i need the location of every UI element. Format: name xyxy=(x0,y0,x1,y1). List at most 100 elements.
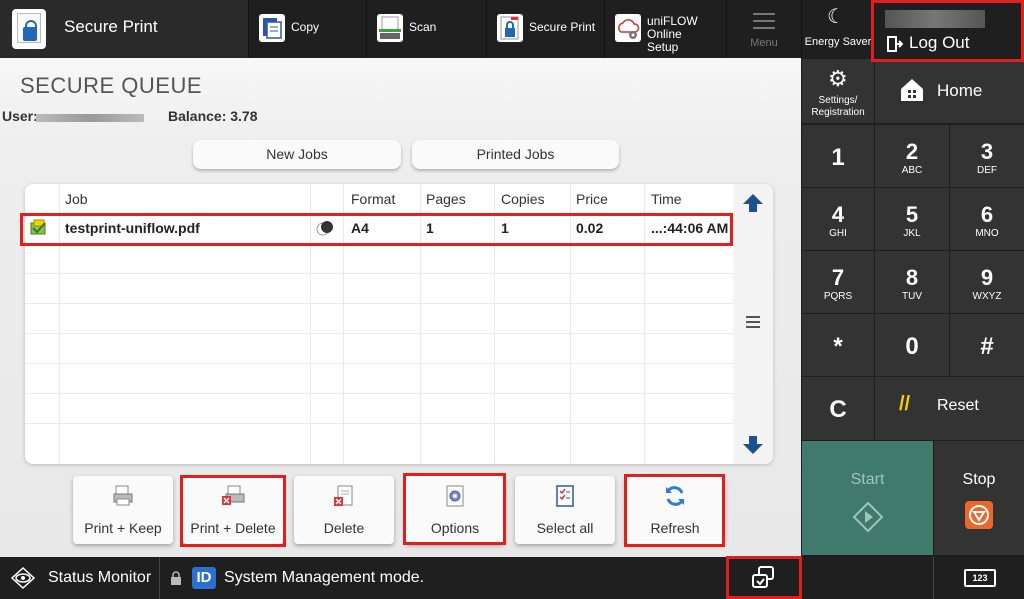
color-mode-icon xyxy=(316,220,334,236)
tab-copy-label: Copy xyxy=(291,20,320,34)
column-header-time[interactable]: Time xyxy=(651,191,682,207)
column-header-copies[interactable]: Copies xyxy=(501,191,545,207)
tab-secure-print-label: Secure Print xyxy=(529,20,596,34)
table-header: Job Format Pages Copies Price Time xyxy=(25,184,733,214)
refresh-icon xyxy=(663,484,687,508)
key-5[interactable]: 5 JKL xyxy=(875,188,949,250)
print-delete-label: Print + Delete xyxy=(190,520,276,536)
select-all-button[interactable]: Select all xyxy=(515,476,615,544)
job-format: A4 xyxy=(351,220,369,236)
scroll-up-icon[interactable] xyxy=(742,192,764,214)
secure-print-icon xyxy=(497,14,523,42)
system-message: System Management mode. xyxy=(224,569,425,586)
job-pages: 1 xyxy=(426,220,434,236)
energy-saver-label: Energy Saver xyxy=(804,36,872,48)
stop-icon xyxy=(965,501,993,529)
tab-uniflow-setup[interactable]: uniFLOW Online Setup xyxy=(604,0,726,58)
menu-button[interactable]: Menu xyxy=(726,0,800,58)
eye-icon xyxy=(10,566,36,590)
remote-operation-icon xyxy=(752,566,774,588)
table-scrollbar[interactable] xyxy=(733,184,773,464)
key-2[interactable]: 2 ABC xyxy=(875,125,949,187)
tab-secure-print[interactable]: Secure Print xyxy=(486,0,604,58)
tab-scan[interactable]: Scan xyxy=(366,0,486,58)
reset-button[interactable]: // Reset xyxy=(875,377,1024,440)
tab-new-jobs[interactable]: New Jobs xyxy=(193,140,401,169)
print-delete-button[interactable]: Print + Delete xyxy=(183,476,283,544)
printer-icon xyxy=(111,484,135,508)
gear-document-icon xyxy=(443,484,467,508)
tab-copy[interactable]: Copy xyxy=(248,0,366,58)
print-keep-label: Print + Keep xyxy=(84,520,162,536)
secure-queue-panel: SECURE QUEUE User: Balance: 3.78 New Job… xyxy=(0,58,801,557)
page-title: SECURE QUEUE xyxy=(20,73,203,98)
job-table: Job Format Pages Copies Price Time testp… xyxy=(25,184,773,464)
key-0[interactable]: 0 xyxy=(875,314,949,376)
counter-button[interactable]: 123 xyxy=(933,557,1024,599)
key-6[interactable]: 6 MNO xyxy=(950,188,1024,250)
uniflow-setup-icon xyxy=(615,14,641,42)
menu-label: Menu xyxy=(750,37,778,49)
stop-button[interactable]: Stop xyxy=(934,441,1024,555)
key-3[interactable]: 3 DEF xyxy=(950,125,1024,187)
key-9[interactable]: 9 WXYZ xyxy=(950,251,1024,313)
delete-button[interactable]: Delete xyxy=(294,476,394,544)
key-1[interactable]: 1 xyxy=(802,125,874,187)
print-job-icon xyxy=(29,219,49,237)
options-label: Options xyxy=(430,520,480,536)
energy-saver-button[interactable]: ☾ Energy Saver xyxy=(801,0,873,58)
balance-label: Balance: 3.78 xyxy=(168,108,258,124)
key-7[interactable]: 7 PQRS xyxy=(802,251,874,313)
job-copies: 1 xyxy=(501,220,509,236)
id-badge: ID xyxy=(192,567,216,589)
job-time: ...:44:06 AM xyxy=(651,220,729,236)
scroll-handle-icon[interactable] xyxy=(746,316,760,328)
start-button[interactable]: Start xyxy=(802,441,933,555)
menu-icon xyxy=(753,13,775,29)
logout-label: Log Out xyxy=(909,33,970,52)
refresh-label: Refresh xyxy=(650,520,700,536)
status-bar: Status Monitor ID System Management mode… xyxy=(0,557,1024,599)
delete-label: Delete xyxy=(323,520,365,536)
checklist-icon xyxy=(553,484,577,508)
column-header-format[interactable]: Format xyxy=(351,191,395,207)
lock-icon xyxy=(170,571,182,585)
job-name: testprint-uniflow.pdf xyxy=(65,220,200,236)
column-header-pages[interactable]: Pages xyxy=(426,191,466,207)
key-8[interactable]: 8 TUV xyxy=(875,251,949,313)
status-monitor-button[interactable]: Status Monitor xyxy=(0,557,160,599)
start-label: Start xyxy=(850,471,885,488)
tab-printed-jobs[interactable]: Printed Jobs xyxy=(412,140,619,169)
stop-label: Stop xyxy=(962,471,996,488)
column-header-price[interactable]: Price xyxy=(576,191,608,207)
status-monitor-label: Status Monitor xyxy=(48,569,152,586)
reset-label: Reset xyxy=(937,397,979,414)
key-hash[interactable]: # xyxy=(950,314,1024,376)
home-icon xyxy=(899,77,925,103)
logout-button[interactable]: Log Out xyxy=(873,0,1024,58)
user-name-redacted xyxy=(36,114,144,122)
start-icon xyxy=(852,501,884,533)
clear-button[interactable]: C xyxy=(802,377,874,440)
copy-icon xyxy=(259,14,285,42)
home-label: Home xyxy=(937,81,983,100)
refresh-button[interactable]: Refresh xyxy=(625,476,725,544)
app-title: Secure Print xyxy=(64,17,158,36)
remote-operation-button[interactable] xyxy=(728,557,800,599)
column-header-job[interactable]: Job xyxy=(65,191,88,207)
job-price: 0.02 xyxy=(576,220,604,236)
logged-in-user-name-redacted xyxy=(885,10,985,28)
app-header: Secure Print xyxy=(0,0,248,58)
home-button[interactable]: Home xyxy=(875,59,1024,123)
tab-scan-label: Scan xyxy=(409,20,437,34)
key-asterisk[interactable]: * xyxy=(802,314,874,376)
options-button[interactable]: Options xyxy=(405,476,505,544)
counter-icon: 123 xyxy=(964,569,996,587)
scroll-down-icon[interactable] xyxy=(742,434,764,456)
key-4[interactable]: 4 GHI xyxy=(802,188,874,250)
table-row[interactable]: testprint-uniflow.pdf A4 1 1 0.02 ...:44… xyxy=(25,214,733,243)
settings-registration-button[interactable]: ⚙ Settings/Registration xyxy=(802,59,874,123)
select-all-label: Select all xyxy=(536,520,594,536)
top-bar: Secure Print Copy Scan Secure Print uniF… xyxy=(0,0,1024,58)
print-keep-button[interactable]: Print + Keep xyxy=(73,476,173,544)
